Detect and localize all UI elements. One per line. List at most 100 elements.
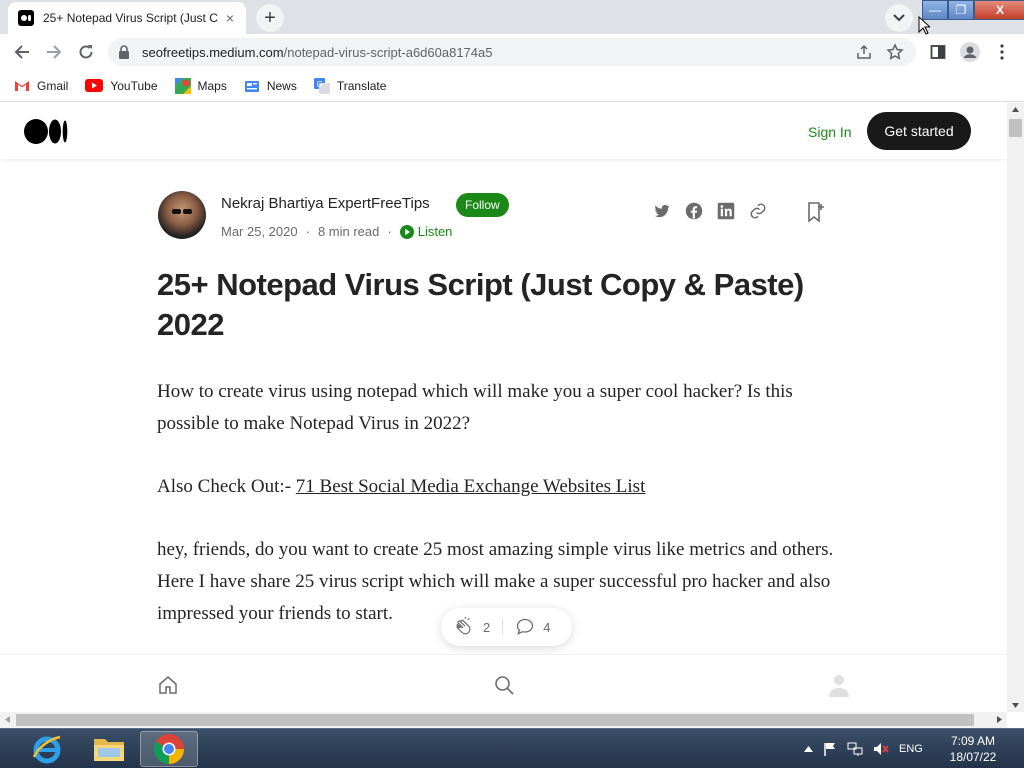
medium-favicon-icon	[18, 10, 34, 26]
meta-separator: ·	[305, 224, 310, 239]
action-bar-divider	[502, 619, 504, 635]
taskbar-clock[interactable]: 7:09 AM 18/07/22	[940, 733, 1006, 765]
read-time: 8 min read	[317, 224, 380, 239]
internet-explorer-taskbar-button[interactable]	[18, 731, 76, 767]
windows-taskbar: ENG 7:09 AM 18/07/22	[0, 728, 1024, 768]
listen-button[interactable]: Listen	[399, 224, 453, 239]
svg-text:G: G	[316, 80, 322, 89]
lock-icon[interactable]	[118, 45, 130, 59]
medium-logo-icon[interactable]	[24, 119, 68, 144]
news-icon	[244, 80, 259, 92]
article-title: 25+ Notepad Virus Script (Just Copy & Pa…	[157, 267, 804, 342]
action-center-flag-icon[interactable]	[823, 742, 837, 756]
twitter-icon[interactable]	[653, 202, 671, 220]
listen-label: Listen	[417, 224, 453, 239]
chrome-taskbar-button[interactable]	[140, 731, 198, 767]
tab-close-icon[interactable]: ×	[222, 10, 238, 26]
vertical-scroll-thumb[interactable]	[1009, 119, 1022, 137]
vertical-scrollbar[interactable]	[1007, 103, 1024, 712]
play-circle-icon	[399, 224, 414, 239]
search-icon[interactable]	[494, 675, 514, 695]
url-text[interactable]: seofreetips.medium.com/notepad-virus-scr…	[142, 45, 492, 60]
maps-icon	[174, 77, 191, 94]
browser-tab[interactable]: 25+ Notepad Virus Script (Just C ×	[8, 2, 246, 34]
share-icons	[653, 202, 767, 220]
bookmark-translate[interactable]: G Translate	[313, 77, 387, 94]
profile-icon	[960, 42, 980, 62]
translate-icon: G	[313, 77, 330, 94]
web-page: Sign In Get started Nekraj Bhartiya Expe…	[0, 103, 1007, 712]
home-icon[interactable]	[158, 675, 178, 695]
publish-date: Mar 25, 2020	[221, 224, 298, 239]
author-name[interactable]: Nekraj Bhartiya ExpertFreeTips	[221, 195, 430, 212]
clock-date: 18/07/22	[949, 750, 997, 764]
horizontal-scrollbar[interactable]	[0, 712, 1007, 728]
clap-count: 2	[483, 619, 491, 635]
comment-icon[interactable]	[515, 617, 535, 637]
clock-time: 7:09 AM	[950, 734, 996, 748]
window-controls: — ❐ X	[922, 0, 1024, 20]
bookmark-label: Translate	[336, 78, 387, 93]
bookmark-news[interactable]: News	[244, 79, 297, 93]
clap-icon[interactable]	[453, 616, 475, 638]
folder-icon	[94, 739, 124, 761]
scroll-left-arrow-icon[interactable]	[5, 716, 10, 723]
show-hidden-icons-icon[interactable]	[804, 746, 813, 752]
reload-icon	[79, 45, 93, 59]
side-panel-button[interactable]	[924, 38, 952, 66]
reload-button[interactable]	[72, 38, 100, 66]
tab-search-button[interactable]	[885, 4, 913, 32]
related-article-link[interactable]: 71 Best Social Media Exchange Websites L…	[296, 476, 646, 497]
article-paragraph-2: Also Check Out:- 71 Best Social Media Ex…	[157, 471, 857, 503]
back-button[interactable]	[8, 38, 36, 66]
side-panel-icon	[930, 45, 946, 59]
tab-title: 25+ Notepad Virus Script (Just C	[43, 11, 218, 25]
sign-in-link[interactable]: Sign In	[808, 124, 852, 140]
network-icon[interactable]	[847, 742, 863, 756]
back-arrow-icon	[14, 45, 29, 59]
response-count: 4	[543, 619, 551, 635]
bottom-navigation	[0, 654, 1007, 712]
sunglasses-icon	[172, 209, 192, 214]
bookmark-youtube[interactable]: YouTube	[85, 78, 158, 93]
profile-button[interactable]	[956, 38, 984, 66]
horizontal-scroll-thumb[interactable]	[16, 714, 974, 726]
url-host: seofreetips.medium.com	[142, 45, 284, 60]
volume-muted-icon[interactable]	[873, 742, 889, 756]
bookmarks-bar: Gmail YouTube Maps News G Translate	[0, 70, 1024, 102]
youtube-icon	[85, 79, 104, 92]
bookmark-label: YouTube	[110, 78, 158, 93]
bookmark-add-icon[interactable]	[806, 201, 826, 223]
forward-button[interactable]	[40, 38, 68, 66]
chevron-down-icon	[893, 14, 905, 22]
more-vertical-icon	[1000, 44, 1004, 60]
forward-arrow-icon	[47, 45, 62, 59]
mouse-cursor-icon	[918, 16, 930, 35]
follow-button[interactable]: Follow	[456, 193, 509, 217]
link-icon[interactable]	[749, 202, 767, 220]
also-check-out-label: Also Check Out:-	[157, 476, 296, 497]
linkedin-icon[interactable]	[717, 202, 735, 220]
scroll-up-arrow-icon[interactable]	[1012, 107, 1019, 112]
star-icon[interactable]	[886, 43, 904, 61]
bookmark-gmail[interactable]: Gmail	[14, 79, 68, 93]
facebook-icon[interactable]	[685, 202, 703, 220]
language-indicator[interactable]: ENG	[899, 743, 923, 755]
author-avatar[interactable]	[158, 191, 206, 239]
bookmark-maps[interactable]: Maps	[174, 77, 227, 94]
maximize-button[interactable]: ❐	[948, 0, 974, 20]
get-started-button[interactable]: Get started	[867, 112, 971, 150]
new-tab-button[interactable]: +	[256, 4, 284, 32]
user-avatar-icon[interactable]	[828, 673, 850, 697]
article-action-bar: 2 4	[441, 608, 572, 646]
url-path: /notepad-virus-script-a6d60a8174a5	[283, 45, 493, 60]
scroll-down-arrow-icon[interactable]	[1012, 703, 1019, 708]
share-icon[interactable]	[856, 44, 872, 60]
file-explorer-taskbar-button[interactable]	[80, 731, 138, 767]
scroll-right-arrow-icon[interactable]	[997, 716, 1002, 723]
bookmark-label: Maps	[197, 78, 227, 93]
close-window-button[interactable]: X	[974, 0, 1024, 20]
menu-button[interactable]	[988, 38, 1016, 66]
address-bar[interactable]: seofreetips.medium.com/notepad-virus-scr…	[108, 38, 916, 66]
medium-header: Sign In Get started	[0, 103, 1007, 159]
